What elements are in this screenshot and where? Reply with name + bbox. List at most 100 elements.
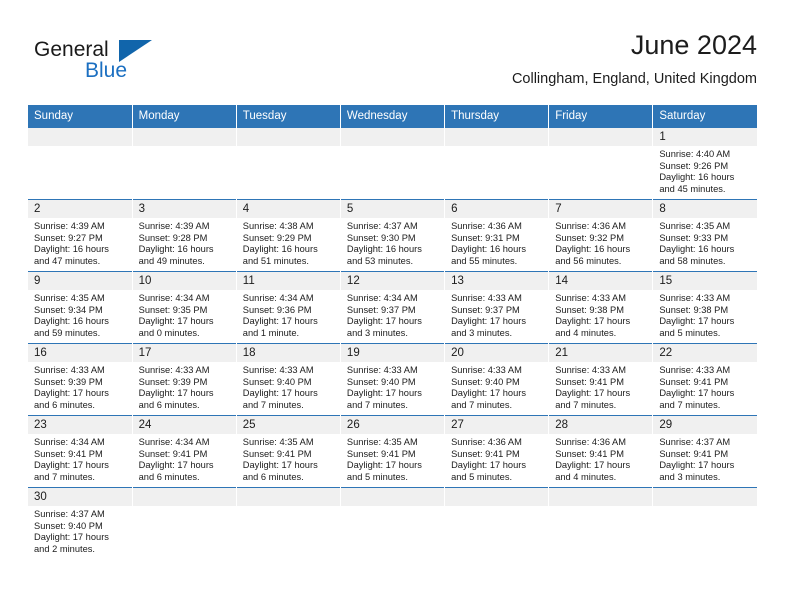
info-line-sunset: Sunset: 9:41 PM [34,448,103,459]
day-number [28,128,132,146]
day-number: 24 [132,416,236,434]
day-number: 4 [236,200,340,218]
info-line-daylight2: and 49 minutes. [138,255,205,266]
calendar-day-cell[interactable]: 22 Sunrise: 4:33 AM Sunset: 9:41 PM Dayligh… [652,343,757,416]
calendar-day-cell[interactable]: 14 Sunrise: 4:33 AM Sunset: 9:38 PM Dayligh… [548,271,654,344]
calendar-day-cell[interactable]: 13 Sunrise: 4:33 AM Sunset: 9:37 PM Dayligh… [444,271,550,344]
calendar-cell-empty [548,127,654,200]
calendar-day-cell[interactable]: 20 Sunrise: 4:33 AM Sunset: 9:40 PM Dayligh… [444,343,550,416]
calendar-day-cell[interactable]: 1 Sunrise: 4:40 AM Sunset: 9:26 PM Daylight… [652,127,757,200]
calendar-day-cell[interactable]: 5 Sunrise: 4:37 AM Sunset: 9:30 PM Daylight… [340,199,446,272]
info-line-daylight2: and 1 minute. [242,327,300,338]
calendar-week-row: 30 Sunrise: 4:37 AM Sunset: 9:40 PM Dayligh… [28,487,757,560]
day-number: 6 [445,200,549,218]
calendar-day-cell[interactable]: 4 Sunrise: 4:38 AM Sunset: 9:29 PM Daylight… [236,199,341,272]
info-line-daylight2: and 7 minutes. [451,399,513,410]
info-line-daylight1: Daylight: 17 hours [34,460,109,471]
info-line-sunrise: Sunrise: 4:39 AM [34,221,105,231]
calendar-day-cell[interactable]: 18 Sunrise: 4:33 AM Sunset: 9:40 PM Dayligh… [236,343,341,416]
info-line-sunset: Sunset: 9:36 PM [242,304,312,315]
info-line-daylight1: Daylight: 16 hours [659,172,735,183]
day-sun-info: Sunrise: 4:33 AM Sunset: 9:40 PM Daylight:… [237,362,340,411]
info-line-sunset: Sunset: 9:29 PM [242,232,312,243]
day-number [236,488,340,506]
day-number [132,128,236,146]
day-sun-info: Sunrise: 4:35 AM Sunset: 9:33 PM Daylight:… [653,218,757,267]
day-number: 5 [340,200,445,218]
calendar-day-cell[interactable]: 6 Sunrise: 4:36 AM Sunset: 9:31 PM Daylight… [444,199,550,272]
calendar-day-cell[interactable]: 2 Sunrise: 4:39 AM Sunset: 9:27 PM Daylight… [28,199,133,272]
title-block: June 2024 Collingham, England, United Ki… [512,28,757,90]
weekday-header-tuesday: Tuesday [236,105,341,128]
calendar-day-cell[interactable]: 9 Sunrise: 4:35 AM Sunset: 9:34 PM Daylight… [28,271,133,344]
info-line-sunrise: Sunrise: 4:33 AM [451,365,522,375]
calendar-day-cell[interactable]: 7 Sunrise: 4:36 AM Sunset: 9:32 PM Daylight… [548,199,654,272]
info-line-daylight1: Daylight: 16 hours [138,244,214,255]
info-line-sunrise: Sunrise: 4:33 AM [242,365,314,375]
day-number: 28 [549,416,653,434]
day-number [549,488,653,506]
info-line-sunset: Sunset: 9:38 PM [555,304,624,315]
info-line-sunrise: Sunrise: 4:37 AM [34,509,105,519]
calendar-day-cell[interactable]: 16 Sunrise: 4:33 AM Sunset: 9:39 PM Dayligh… [28,343,133,416]
info-line-sunset: Sunset: 9:41 PM [138,448,208,459]
info-line-sunset: Sunset: 9:27 PM [34,232,103,243]
calendar-cell-empty [28,127,133,200]
info-line-sunrise: Sunrise: 4:38 AM [242,221,314,231]
day-number [653,488,757,506]
info-line-daylight1: Daylight: 17 hours [451,316,526,327]
calendar-day-cell[interactable]: 17 Sunrise: 4:33 AM Sunset: 9:39 PM Dayligh… [132,343,237,416]
info-line-sunset: Sunset: 9:41 PM [242,448,312,459]
calendar-day-cell[interactable]: 12 Sunrise: 4:34 AM Sunset: 9:37 PM Dayligh… [340,271,446,344]
day-sun-info: Sunrise: 4:34 AM Sunset: 9:37 PM Daylight:… [341,290,444,339]
calendar-day-cell[interactable]: 21 Sunrise: 4:33 AM Sunset: 9:41 PM Dayligh… [548,343,654,416]
calendar-day-cell[interactable]: 3 Sunrise: 4:39 AM Sunset: 9:28 PM Daylight… [132,199,237,272]
calendar-day-cell[interactable]: 28 Sunrise: 4:36 AM Sunset: 9:41 PM Dayligh… [548,415,654,488]
info-line-daylight2: and 0 minutes. [138,327,200,338]
info-line-daylight2: and 7 minutes. [346,399,408,410]
info-line-daylight1: Daylight: 17 hours [659,316,735,327]
calendar-day-cell[interactable]: 30 Sunrise: 4:37 AM Sunset: 9:40 PM Dayligh… [28,487,133,560]
info-line-daylight2: and 53 minutes. [346,255,414,266]
info-line-daylight1: Daylight: 16 hours [242,244,318,255]
calendar-day-cell[interactable]: 29 Sunrise: 4:37 AM Sunset: 9:41 PM Dayligh… [652,415,757,488]
day-number: 9 [28,272,132,290]
info-line-daylight2: and 7 minutes. [242,399,304,410]
info-line-daylight2: and 56 minutes. [555,255,622,266]
info-line-sunset: Sunset: 9:39 PM [34,376,103,387]
calendar-week-row: 2 Sunrise: 4:39 AM Sunset: 9:27 PM Daylight… [28,199,757,272]
calendar-day-cell[interactable]: 10 Sunrise: 4:34 AM Sunset: 9:35 PM Dayligh… [132,271,237,344]
info-line-sunrise: Sunrise: 4:35 AM [659,221,731,231]
logo-text-blue: Blue [85,59,128,82]
day-sun-info: Sunrise: 4:33 AM Sunset: 9:39 PM Daylight:… [28,362,132,411]
info-line-sunset: Sunset: 9:28 PM [138,232,208,243]
info-line-sunset: Sunset: 9:30 PM [346,232,416,243]
calendar-cell-empty [340,127,446,200]
day-number: 29 [653,416,757,434]
weekday-header-sunday: Sunday [28,105,133,128]
calendar-day-cell[interactable]: 24 Sunrise: 4:34 AM Sunset: 9:41 PM Dayligh… [132,415,237,488]
day-number: 7 [549,200,653,218]
day-number: 13 [445,272,549,290]
calendar-day-cell[interactable]: 11 Sunrise: 4:34 AM Sunset: 9:36 PM Dayligh… [236,271,341,344]
calendar-day-cell[interactable]: 26 Sunrise: 4:35 AM Sunset: 9:41 PM Dayligh… [340,415,446,488]
calendar-day-cell[interactable]: 8 Sunrise: 4:35 AM Sunset: 9:33 PM Daylight… [652,199,757,272]
day-sun-info: Sunrise: 4:39 AM Sunset: 9:27 PM Daylight:… [28,218,132,267]
calendar-cell-empty [444,487,550,560]
info-line-sunrise: Sunrise: 4:36 AM [555,221,627,231]
day-number: 26 [340,416,445,434]
calendar-day-cell[interactable]: 27 Sunrise: 4:36 AM Sunset: 9:41 PM Dayligh… [444,415,550,488]
calendar-day-cell[interactable]: 15 Sunrise: 4:33 AM Sunset: 9:38 PM Dayligh… [652,271,757,344]
general-blue-logo[interactable]: General Blue [34,38,174,94]
day-number: 21 [549,344,653,362]
info-line-sunset: Sunset: 9:40 PM [34,520,103,531]
info-line-daylight2: and 6 minutes. [138,471,200,482]
day-sun-info: Sunrise: 4:33 AM Sunset: 9:41 PM Daylight:… [549,362,652,411]
info-line-sunset: Sunset: 9:41 PM [555,376,624,387]
month-calendar-table: Sunday Monday Tuesday Wednesday Thursday Frid… [28,105,757,560]
calendar-day-cell[interactable]: 19 Sunrise: 4:33 AM Sunset: 9:40 PM Dayligh… [340,343,446,416]
day-sun-info: Sunrise: 4:36 AM Sunset: 9:31 PM Daylight:… [445,218,548,267]
calendar-day-cell[interactable]: 25 Sunrise: 4:35 AM Sunset: 9:41 PM Dayligh… [236,415,341,488]
calendar-day-cell[interactable]: 23 Sunrise: 4:34 AM Sunset: 9:41 PM Dayligh… [28,415,133,488]
weekday-header-thursday: Thursday [444,105,550,128]
